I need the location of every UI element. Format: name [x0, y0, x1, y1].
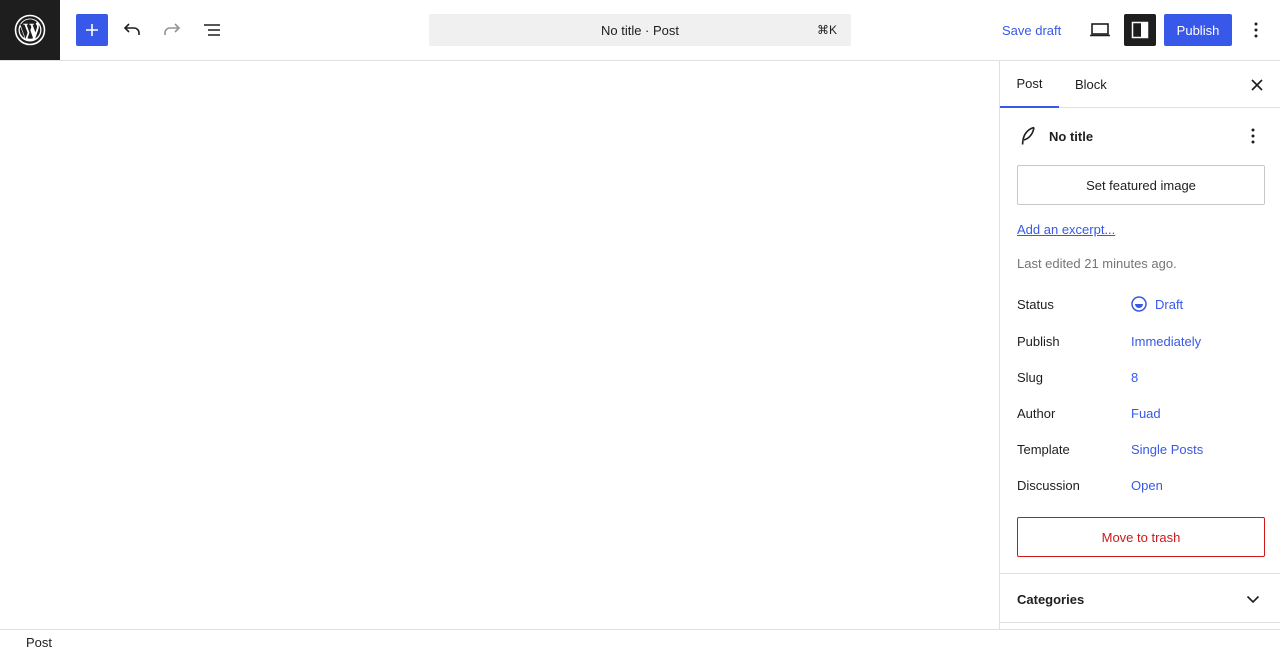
document-title: No title · Post [600, 22, 680, 38]
status-label: Status [1017, 297, 1054, 312]
sidebar-tabs: Post Block [1000, 61, 1280, 108]
status-value: Draft [1155, 296, 1184, 312]
categories-panel-toggle[interactable]: Categories [1000, 573, 1280, 623]
options-button[interactable] [1240, 14, 1272, 46]
more-vertical-icon [1254, 22, 1258, 38]
status-value-button[interactable]: Draft [1131, 296, 1183, 312]
chevron-down-icon [1241, 587, 1265, 611]
discussion-value-button[interactable]: Open [1131, 478, 1163, 493]
settings-sidebar: Post Block No title Set featured image A… [999, 61, 1280, 629]
undo-icon [123, 23, 140, 35]
publish-label: Publish [1017, 334, 1060, 349]
editor-canvas[interactable] [0, 61, 999, 629]
add-excerpt-link[interactable]: Add an excerpt... [1017, 222, 1115, 237]
command-palette-button[interactable]: No title · Post ⌘K [429, 14, 851, 46]
document-overview-button[interactable] [196, 14, 228, 46]
add-block-button[interactable] [76, 14, 108, 46]
list-view-icon [204, 24, 220, 36]
template-label: Template [1017, 442, 1070, 457]
tab-block[interactable]: Block [1075, 61, 1107, 108]
breadcrumb-post[interactable]: Post [26, 635, 52, 650]
editor-header: No title · Post ⌘K Save draft Publish [0, 0, 1280, 61]
redo-button[interactable] [156, 14, 188, 46]
slug-value-button[interactable]: 8 [1131, 370, 1138, 385]
plus-icon [86, 24, 98, 36]
template-value-button[interactable]: Single Posts [1131, 442, 1203, 457]
close-settings-button[interactable] [1241, 69, 1273, 101]
author-label: Author [1017, 406, 1056, 421]
draft-status-icon [1131, 296, 1147, 312]
set-featured-image-button[interactable]: Set featured image [1017, 165, 1265, 205]
block-breadcrumb-bar: Post [0, 629, 1280, 654]
undo-button[interactable] [116, 14, 148, 46]
slug-label: Slug [1017, 370, 1044, 385]
post-actions-button[interactable] [1237, 120, 1269, 152]
keyboard-shortcut: ⌘K [816, 23, 837, 37]
publish-button[interactable]: Publish [1164, 14, 1232, 46]
more-vertical-icon [1251, 128, 1255, 144]
settings-toggle-button[interactable] [1124, 14, 1156, 46]
desktop-preview-icon [1090, 23, 1110, 37]
tab-post[interactable]: Post [1000, 61, 1059, 108]
feather-icon [1017, 125, 1039, 147]
redo-icon [164, 23, 181, 35]
close-icon [1251, 79, 1263, 91]
post-title: No title [1049, 129, 1094, 144]
discussion-label: Discussion [1017, 478, 1080, 493]
categories-label: Categories [1017, 592, 1085, 607]
author-value-button[interactable]: Fuad [1131, 406, 1161, 421]
save-draft-button[interactable]: Save draft [993, 14, 1070, 46]
publish-value-button[interactable]: Immediately [1131, 334, 1201, 349]
preview-button[interactable] [1084, 14, 1116, 46]
sidebar-toggle-icon [1131, 21, 1149, 39]
wordpress-logo-icon[interactable] [0, 0, 60, 60]
move-to-trash-button[interactable]: Move to trash [1017, 517, 1265, 557]
last-edited-text: Last edited 21 minutes ago. [1017, 256, 1177, 271]
